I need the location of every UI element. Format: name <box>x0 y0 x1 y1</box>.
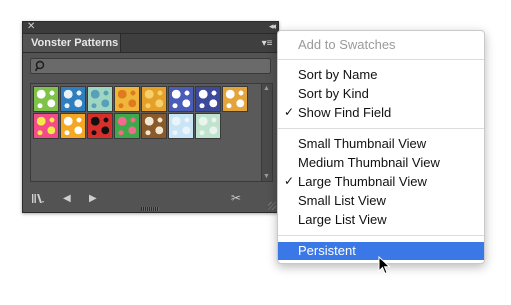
pattern-swatch[interactable] <box>60 113 86 139</box>
menu-separator <box>278 235 484 236</box>
menu-item-sort-by-name[interactable]: Sort by Name <box>278 65 484 84</box>
collapse-icon[interactable]: ◂◂ <box>269 21 276 32</box>
menu-item-small-thumbnail-view[interactable]: Small Thumbnail View <box>278 134 484 153</box>
next-icon[interactable]: ▶ <box>89 193 97 205</box>
swatch-grid: ▲ ▼ <box>30 83 273 182</box>
menu-item-large-list-view[interactable]: Large List View <box>278 210 484 229</box>
search-icon <box>35 60 45 72</box>
menu-item-show-find-field[interactable]: ✓ Show Find Field <box>278 103 484 122</box>
panel-bottom-bar: ◀ ▶ ✂ <box>23 186 278 212</box>
pattern-swatch[interactable] <box>60 86 86 112</box>
menu-item-label: Large Thumbnail View <box>298 174 427 189</box>
tab-vonster-patterns[interactable]: Vonster Patterns <box>23 34 121 52</box>
pattern-swatch[interactable] <box>168 86 194 112</box>
pattern-swatch[interactable] <box>114 113 140 139</box>
scroll-up-icon[interactable]: ▲ <box>263 85 270 92</box>
pattern-swatch[interactable] <box>33 113 59 139</box>
pattern-swatch[interactable] <box>87 113 113 139</box>
previous-icon[interactable]: ◀ <box>63 193 71 205</box>
pattern-swatch[interactable] <box>33 86 59 112</box>
close-icon[interactable]: ✕ <box>27 21 35 32</box>
menu-item-label: Show Find Field <box>298 105 392 120</box>
pattern-swatch[interactable] <box>141 86 167 112</box>
find-field[interactable] <box>30 58 271 74</box>
checkmark-icon: ✓ <box>284 105 295 119</box>
scroll-down-icon[interactable]: ▼ <box>263 173 270 180</box>
menu-item-small-list-view[interactable]: Small List View <box>278 191 484 210</box>
pattern-swatch[interactable] <box>195 113 221 139</box>
menu-separator <box>278 59 484 60</box>
resize-grip[interactable] <box>141 207 159 211</box>
pattern-swatch[interactable] <box>114 86 140 112</box>
menu-item-large-thumbnail-view[interactable]: ✓ Large Thumbnail View <box>278 172 484 191</box>
pattern-swatch[interactable] <box>141 113 167 139</box>
resize-corner-icon[interactable] <box>268 202 276 210</box>
pattern-swatch[interactable] <box>222 86 248 112</box>
menu-separator <box>278 128 484 129</box>
scrollbar[interactable]: ▲ ▼ <box>261 84 272 181</box>
menu-item-sort-by-kind[interactable]: Sort by Kind <box>278 84 484 103</box>
pattern-swatch[interactable] <box>168 113 194 139</box>
menu-item-add-to-swatches: Add to Swatches <box>298 37 396 52</box>
pattern-swatch[interactable] <box>195 86 221 112</box>
library-icon[interactable] <box>31 193 45 205</box>
panel-titlebar: ✕ ◂◂ <box>23 21 278 34</box>
menu-item-medium-thumbnail-view[interactable]: Medium Thumbnail View <box>278 153 484 172</box>
tab-row: Vonster Patterns ▾≡ <box>23 34 278 53</box>
mouse-pointer-icon <box>378 256 391 275</box>
vonster-patterns-panel: ✕ ◂◂ Vonster Patterns ▾≡ ▲ ▼ ◀ ▶ ✂ <box>22 21 279 213</box>
panel-flyout-menu: Add to Swatches Sort by Name Sort by Kin… <box>277 30 485 264</box>
panel-menu-icon[interactable]: ▾≡ <box>259 37 275 50</box>
checkmark-icon: ✓ <box>284 174 295 188</box>
pattern-swatch[interactable] <box>87 86 113 112</box>
tools-icon[interactable]: ✂ <box>231 192 241 204</box>
